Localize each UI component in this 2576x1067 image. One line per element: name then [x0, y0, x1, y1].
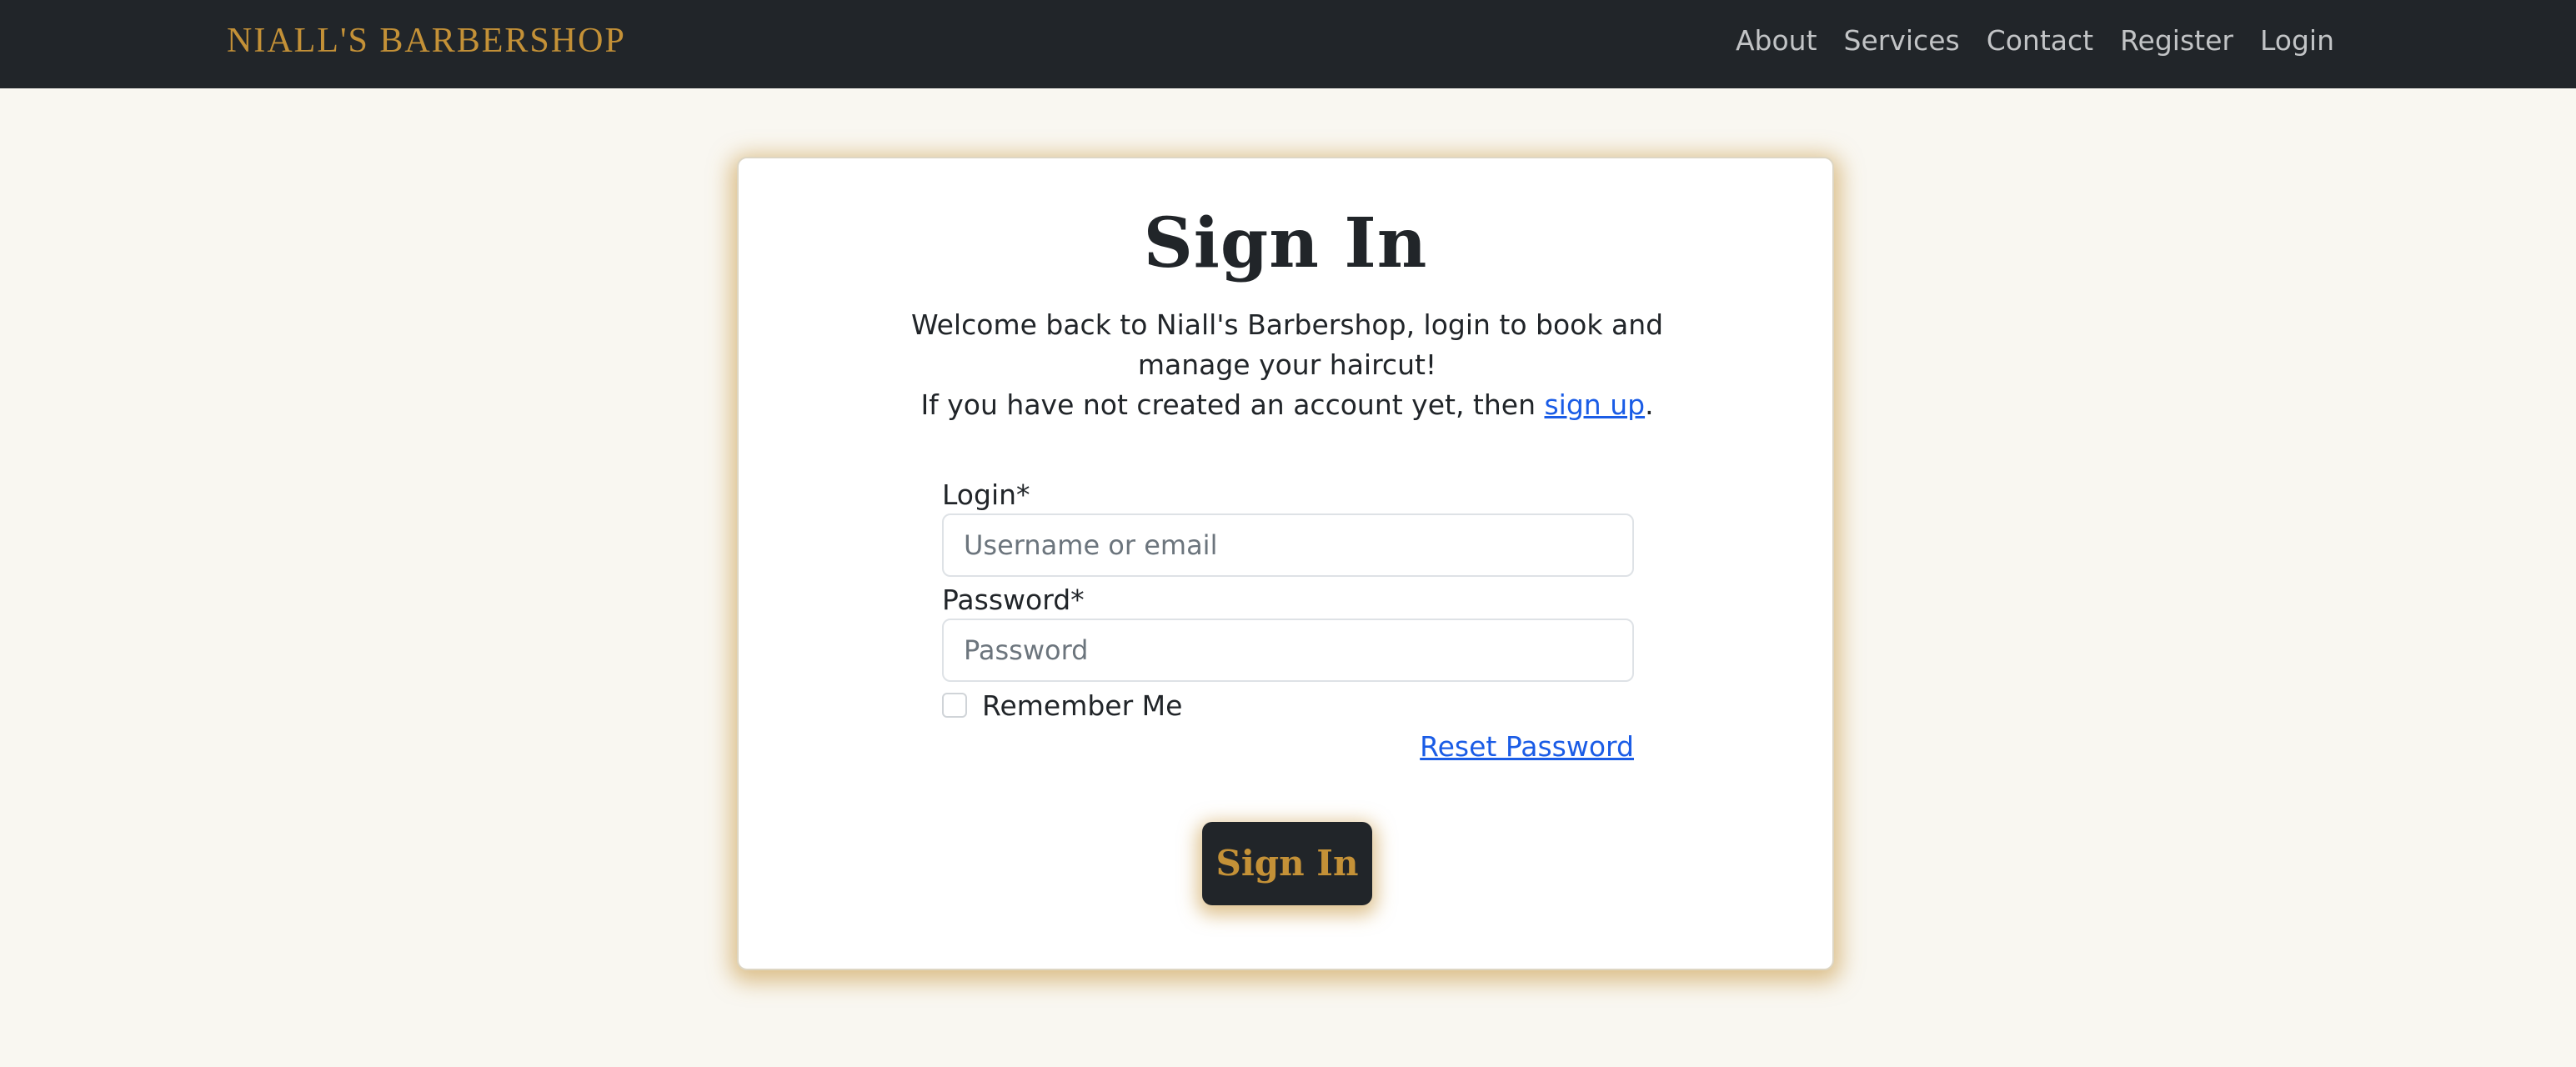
intro-line-1: Welcome back to Niall's Barbershop, logi… — [910, 308, 1664, 381]
signup-link[interactable]: sign up — [1544, 388, 1645, 421]
remember-me-label[interactable]: Remember Me — [982, 689, 1182, 722]
intro-line-2: If you have not created an account yet, … — [889, 385, 1686, 425]
nav-link-services[interactable]: Services — [1844, 20, 1960, 62]
reset-password-link[interactable]: Reset Password — [1420, 730, 1634, 763]
intro-line-2-prefix: If you have not created an account yet, … — [920, 388, 1545, 421]
remember-me-checkbox[interactable] — [942, 693, 967, 718]
reset-row: Reset Password — [942, 730, 1634, 763]
nav-link-about[interactable]: About — [1736, 20, 1817, 62]
nav-link-register[interactable]: Register — [2120, 20, 2233, 62]
nav-link-login[interactable]: Login — [2260, 20, 2334, 62]
nav-links: About Services Contact Register Login — [1736, 20, 2334, 62]
password-input[interactable] — [942, 619, 1634, 682]
login-label: Login* — [942, 478, 1030, 511]
signin-button[interactable]: Sign In — [1202, 822, 1372, 905]
login-form: Login* Password* Remember Me Reset Passw… — [942, 477, 1634, 763]
remember-row: Remember Me — [942, 687, 1634, 724]
intro-text: Welcome back to Niall's Barbershop, logi… — [889, 305, 1686, 425]
password-label: Password* — [942, 584, 1085, 616]
signin-card: Sign In Welcome back to Niall's Barbersh… — [737, 157, 1834, 970]
intro-line-2-suffix: . — [1645, 388, 1654, 421]
navbar: NIALL'S BARBERSHOP About Services Contac… — [0, 0, 2576, 88]
login-input[interactable] — [942, 513, 1634, 577]
page-title: Sign In — [1143, 203, 1428, 283]
brand-logo-link[interactable]: NIALL'S BARBERSHOP — [227, 18, 626, 63]
nav-link-contact[interactable]: Contact — [1987, 20, 2093, 62]
